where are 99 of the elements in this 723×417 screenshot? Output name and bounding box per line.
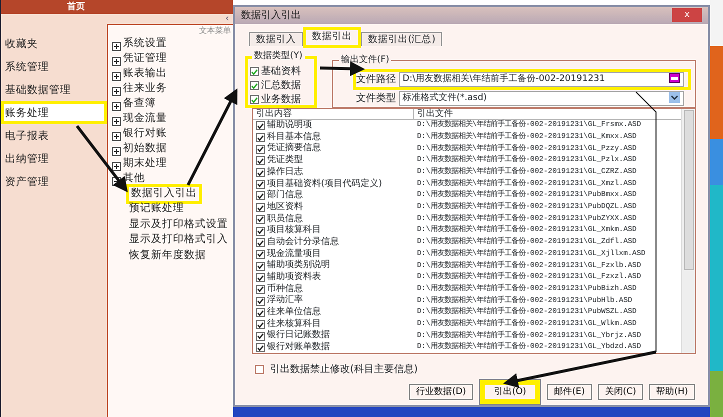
tree-caption: 文本菜单 <box>198 25 231 36</box>
content-cell-text: 自动会计分录信息 <box>267 236 339 248</box>
checkbox[interactable] <box>256 284 265 294</box>
dialog-title: 数据引入引出 <box>241 8 301 23</box>
content-cell-text: 地区资料 <box>267 200 303 214</box>
tree-item[interactable]: 期末处理 <box>123 156 167 172</box>
scrollbar[interactable] <box>681 109 695 353</box>
checkbox[interactable] <box>250 95 259 104</box>
expand-icon[interactable] <box>112 144 121 153</box>
checkbox[interactable] <box>256 144 265 154</box>
dialog-button[interactable]: 行业数据(D) <box>409 384 474 400</box>
checkbox[interactable] <box>256 250 265 259</box>
folder-icon[interactable] <box>668 72 680 86</box>
expand-icon[interactable] <box>112 39 121 48</box>
tab[interactable]: 数据引出 <box>305 28 359 46</box>
checkbox[interactable] <box>256 296 265 306</box>
content-cell-text: 部门信息 <box>267 189 303 202</box>
checkbox[interactable] <box>256 156 265 166</box>
checkbox[interactable] <box>256 203 265 212</box>
expand-icon[interactable] <box>112 129 121 138</box>
tree-item[interactable]: 显示及打印格式设置 <box>126 216 231 233</box>
checkbox[interactable] <box>256 191 265 200</box>
field-label: 文件类型 <box>356 92 396 106</box>
close-button[interactable]: x <box>672 8 702 22</box>
column-header: 引出文件 <box>416 109 453 119</box>
expand-icon[interactable] <box>112 159 121 168</box>
checkbox[interactable] <box>256 320 265 330</box>
content-cell-text: 辅助项资料表 <box>267 271 321 284</box>
tree-item[interactable]: 现金流量 <box>123 110 167 126</box>
checkbox[interactable] <box>250 81 259 90</box>
tree-item[interactable]: 银行对账 <box>123 126 167 142</box>
menu-item[interactable]: 电子报表 <box>1 124 107 147</box>
scroll-thumb[interactable] <box>684 110 694 270</box>
checkbox[interactable] <box>256 332 265 341</box>
dialog-button[interactable]: 邮件(E) <box>547 384 592 400</box>
menu-item[interactable]: 账务处理 <box>1 101 107 124</box>
tree-item[interactable]: 恢复新年度数据 <box>126 248 209 264</box>
checkbox[interactable] <box>256 180 265 189</box>
file-type-select[interactable]: 标准格式文件(*.asd) <box>398 90 684 106</box>
checkbox[interactable] <box>256 214 265 224</box>
expand-icon[interactable] <box>112 84 121 93</box>
checkbox-label: 基础资料 <box>261 64 301 80</box>
dialog-button[interactable]: 引出(O) <box>479 379 542 405</box>
content-cell-text: 银行对账单数据 <box>267 341 330 354</box>
content-cell-text: 凭证摘要信息 <box>267 142 321 154</box>
tree-item[interactable]: 凭证管理 <box>123 50 167 66</box>
content-cell-text: 项目基础资料(项目代码定义) <box>267 178 382 190</box>
content-cell-text: 辅助说明项 <box>267 119 312 132</box>
checkbox[interactable] <box>256 133 265 142</box>
menu-item[interactable]: 系统管理 <box>1 55 107 78</box>
tree-item[interactable]: 预记账处理 <box>126 201 187 218</box>
expand-icon[interactable] <box>112 69 121 78</box>
tab[interactable]: 数据引出(汇总) <box>361 32 442 46</box>
content-cell-text: 往来单位信息 <box>267 306 321 318</box>
checkbox[interactable] <box>256 226 265 236</box>
field-label: 文件路径 <box>356 72 396 87</box>
checkbox-label: 业务数据 <box>261 92 301 108</box>
path-field[interactable]: D:\用友数据相关\年结前手工备份-002-20191231 <box>398 72 684 87</box>
checkbox[interactable] <box>256 121 265 130</box>
checkbox[interactable] <box>255 364 264 374</box>
tree-item[interactable]: 往来业务 <box>123 80 167 96</box>
checkbox[interactable] <box>250 67 259 76</box>
checkbox[interactable] <box>256 168 265 178</box>
content-cell-text: 币种信息 <box>267 282 303 294</box>
expand-icon[interactable] <box>112 114 121 123</box>
content-cell-text: 职员信息 <box>267 212 303 224</box>
content-cell-text: 银行日记账数据 <box>267 329 330 342</box>
dropdown-icon[interactable] <box>668 92 680 105</box>
menu-item[interactable]: 基础数据管理 <box>1 78 107 101</box>
content-cell-text: 现金流量项目 <box>267 248 321 260</box>
content-cell-text: 项目核算科目 <box>267 224 321 236</box>
content-cell-text: 浮动汇率 <box>267 294 303 306</box>
collapse-button[interactable]: ‹ <box>225 14 229 24</box>
menu-item[interactable]: 资产管理 <box>1 170 107 193</box>
content-cell-text: 辅助项类别说明 <box>267 259 330 272</box>
tree-item[interactable]: 账表输出 <box>123 66 167 82</box>
content-cell-text: 往来核算科目 <box>267 318 321 330</box>
tree-item[interactable]: 系统设置 <box>123 36 167 52</box>
content-cell-text: 科目基本信息 <box>267 130 321 142</box>
checkbox[interactable] <box>256 308 265 318</box>
checkbox[interactable] <box>256 262 265 271</box>
checkbox[interactable] <box>256 238 265 248</box>
menu-item[interactable]: 出纳管理 <box>1 147 107 170</box>
checkbox[interactable] <box>256 273 265 282</box>
content-cell-text: 凭证类型 <box>267 154 303 166</box>
checkbox-label: 汇总数据 <box>261 78 301 94</box>
tree-item[interactable]: 初始数据 <box>123 140 167 156</box>
tree-item[interactable]: 备查簿 <box>123 96 156 112</box>
expand-icon[interactable] <box>112 54 121 63</box>
menu-item[interactable]: 收藏夹 <box>1 32 107 55</box>
dialog-button[interactable]: 关闭(C) <box>598 384 644 400</box>
expand-icon[interactable] <box>112 99 121 108</box>
checkbox-label: 引出数据禁止修改(科目主要信息) <box>270 362 418 376</box>
checkbox[interactable] <box>256 343 265 352</box>
dialog-button[interactable]: 帮助(H) <box>649 384 695 400</box>
tree-item[interactable]: 显示及打印格式引入 <box>126 232 231 248</box>
content-cell-text: 操作日志 <box>267 166 303 178</box>
column-header: 引出内容 <box>253 109 414 119</box>
tab[interactable]: 数据引入 <box>249 32 303 46</box>
